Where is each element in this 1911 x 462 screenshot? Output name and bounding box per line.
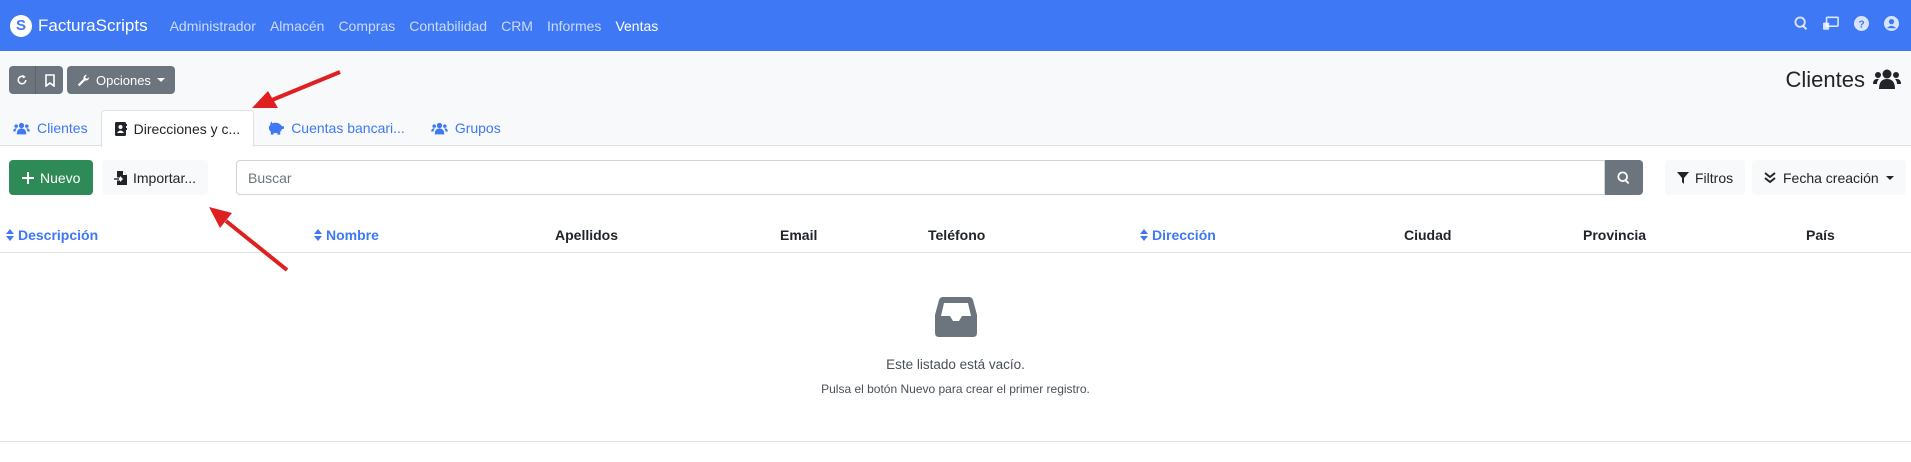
annotation-arrow-to-import	[209, 207, 289, 272]
annotation-arrow-to-tab	[252, 70, 341, 108]
annotation-arrows	[209, 70, 341, 272]
